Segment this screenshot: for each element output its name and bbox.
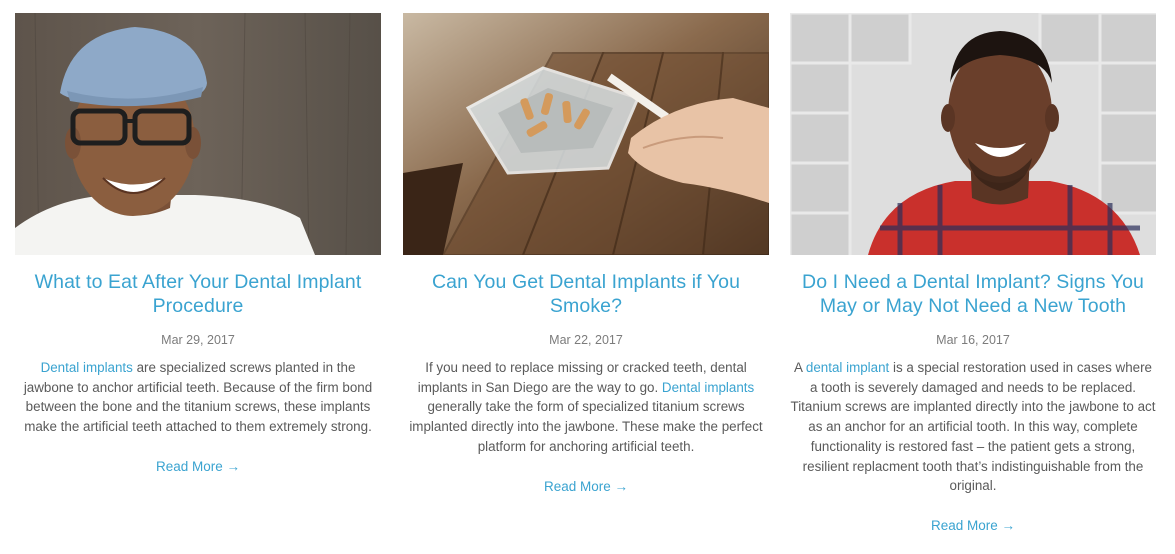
post-card: Do I Need a Dental Implant? Signs You Ma… — [790, 13, 1156, 535]
excerpt-text-after: generally take the form of specialized t… — [409, 399, 763, 454]
post-title[interactable]: Can You Get Dental Implants if You Smoke… — [403, 270, 769, 318]
man-in-plaid-shirt-photo — [790, 13, 1156, 255]
excerpt-text-after: is a special restoration used in cases w… — [790, 360, 1156, 494]
post-thumbnail[interactable] — [403, 13, 769, 255]
read-more-link[interactable]: Read More → — [931, 518, 1015, 533]
post-thumbnail[interactable] — [790, 13, 1156, 255]
post-excerpt: Dental implants are specialized screws p… — [15, 358, 381, 437]
dental-implants-link[interactable]: Dental implants — [662, 380, 754, 395]
post-title[interactable]: Do I Need a Dental Implant? Signs You Ma… — [790, 270, 1156, 318]
post-card: Can You Get Dental Implants if You Smoke… — [403, 13, 769, 496]
read-more-link[interactable]: Read More → — [156, 459, 240, 474]
post-date: Mar 29, 2017 — [161, 333, 235, 347]
post-excerpt: If you need to replace missing or cracke… — [403, 358, 769, 457]
read-more-link[interactable]: Read More → — [544, 479, 628, 494]
post-date: Mar 16, 2017 — [936, 333, 1010, 347]
post-thumbnail[interactable] — [15, 13, 381, 255]
dental-implant-link[interactable]: dental implant — [806, 360, 889, 375]
man-in-cap-photo — [15, 13, 381, 255]
excerpt-text-before: A — [793, 360, 806, 375]
ashtray-photo — [403, 13, 769, 255]
dental-implants-link[interactable]: Dental implants — [41, 360, 133, 375]
post-date: Mar 22, 2017 — [549, 333, 623, 347]
post-card: What to Eat After Your Dental Implant Pr… — [15, 13, 381, 476]
post-title[interactable]: What to Eat After Your Dental Implant Pr… — [15, 270, 381, 318]
blog-post-grid: What to Eat After Your Dental Implant Pr… — [0, 0, 1175, 554]
post-excerpt: A dental implant is a special restoratio… — [790, 358, 1156, 496]
